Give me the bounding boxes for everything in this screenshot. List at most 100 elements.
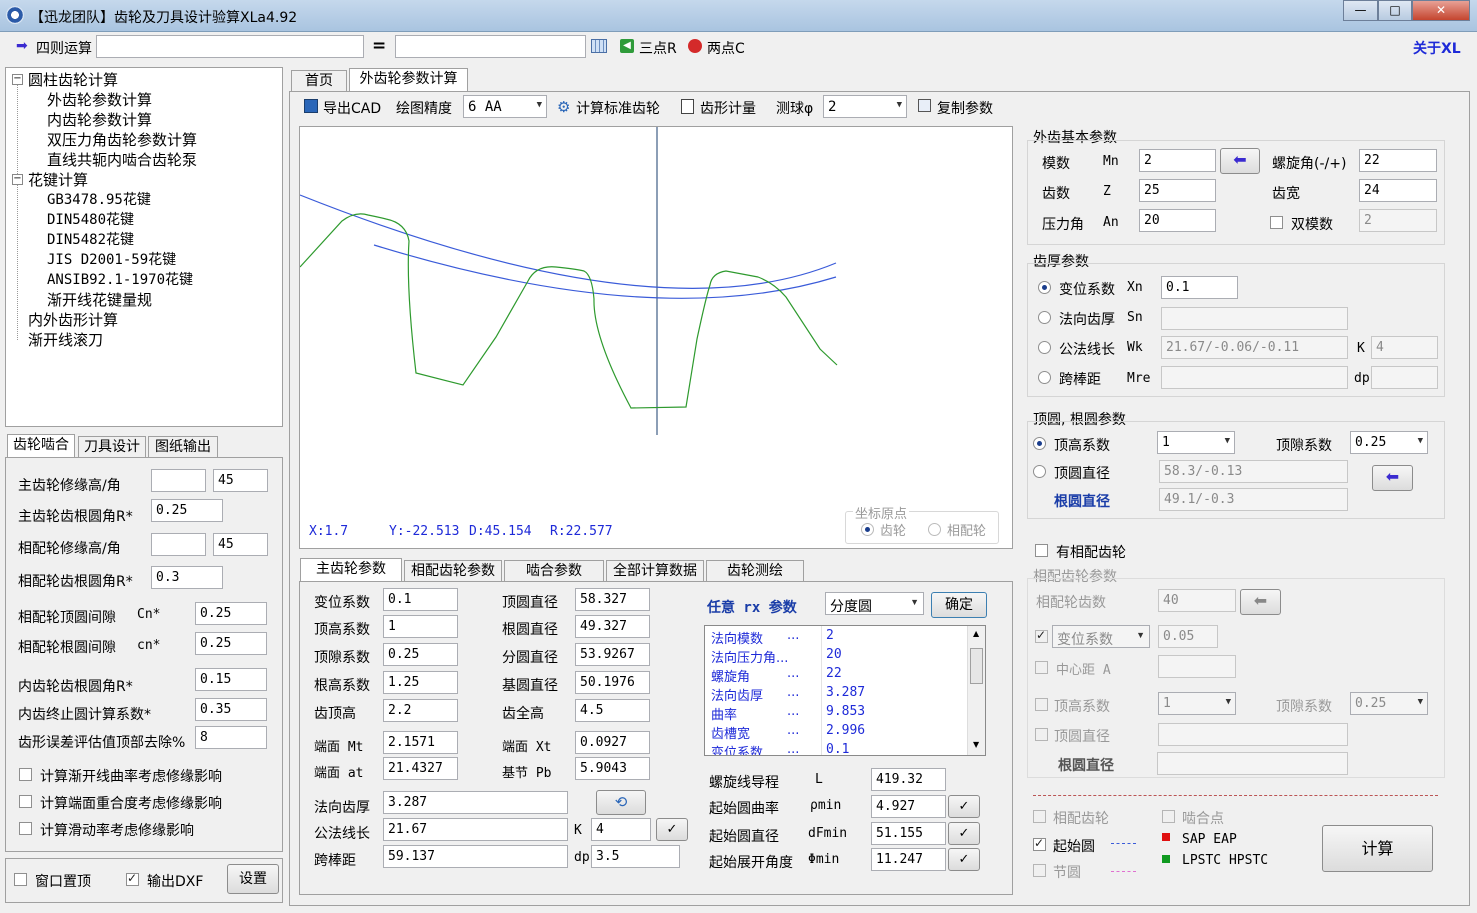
mate-da-checkbox[interactable]: [1035, 728, 1048, 741]
thick-mr-radio[interactable]: [1038, 371, 1051, 384]
mate-a-input[interactable]: [1158, 655, 1236, 678]
mate-z-input[interactable]: 40: [1158, 589, 1236, 612]
dual-module-input[interactable]: 2: [1359, 209, 1437, 232]
mate-root-input[interactable]: 0.3: [151, 566, 223, 589]
list-scrollbar[interactable]: ▲ ▼: [967, 626, 985, 755]
calc-standard-button[interactable]: 计算标准齿轮: [576, 98, 660, 118]
tip-da-input[interactable]: 58.3/-0.13: [1159, 460, 1348, 483]
b-input[interactable]: 24: [1359, 179, 1437, 202]
mate-df-input[interactable]: [1157, 752, 1348, 775]
profile-measure-button[interactable]: 齿形计量: [700, 98, 756, 118]
tree-expander-spline[interactable]: −: [12, 174, 23, 185]
tab-external-gear[interactable]: 外齿轮参数计算: [349, 68, 468, 92]
tree-item-spline[interactable]: 花键计算: [28, 169, 88, 190]
legend-start-checkbox[interactable]: [1033, 836, 1046, 851]
z-input[interactable]: 25: [1139, 179, 1216, 202]
legend-mesh-checkbox[interactable]: [1162, 810, 1175, 823]
tree-item-gb3478[interactable]: GB3478.95花键: [47, 189, 151, 209]
any-rx-list[interactable]: 法向模数 ... 2 法向压力角... 20 螺旋角 ... 22 法向齿厚 .…: [704, 625, 986, 756]
mn-apply-button[interactable]: ⬅: [1220, 148, 1260, 174]
thick-sn-radio[interactable]: [1038, 311, 1051, 324]
refresh-button[interactable]: ⟲: [596, 790, 646, 815]
k-apply-button[interactable]: ✓: [656, 818, 688, 841]
has-mate-checkbox[interactable]: [1035, 544, 1048, 557]
sliding-checkbox[interactable]: [19, 822, 32, 835]
tip-c-select[interactable]: 0.25: [1350, 431, 1428, 454]
thick-mr-input[interactable]: [1161, 366, 1348, 389]
calc-input[interactable]: [96, 35, 364, 58]
mate-xn-select[interactable]: 变位系数: [1052, 625, 1150, 648]
dual-module-checkbox[interactable]: [1270, 216, 1283, 229]
scroll-down-icon[interactable]: ▼: [973, 740, 979, 749]
mate-ha-select[interactable]: 1: [1158, 692, 1236, 715]
maximize-button[interactable]: □: [1378, 0, 1412, 21]
err-input[interactable]: 8: [195, 726, 267, 749]
mn-input[interactable]: 2: [1139, 149, 1216, 172]
tip-da-radio[interactable]: [1033, 465, 1046, 478]
legend-pitch-checkbox[interactable]: [1033, 864, 1046, 877]
calculate-button[interactable]: 计算: [1322, 825, 1433, 872]
dp-input[interactable]: 3.5: [591, 845, 680, 868]
tree-item-cylindrical[interactable]: 圆柱齿轮计算: [28, 69, 118, 90]
legend-mate-checkbox[interactable]: [1033, 810, 1046, 823]
main-mod-angle-input[interactable]: 45: [213, 469, 268, 492]
tip-da-apply-button[interactable]: ⬅: [1372, 465, 1413, 491]
mate-c-select[interactable]: 0.25: [1350, 692, 1428, 715]
tab-survey[interactable]: 齿轮测绘: [706, 560, 804, 582]
about-link[interactable]: 关于XL: [1413, 38, 1461, 58]
inner-stop-input[interactable]: 0.35: [195, 698, 267, 721]
thick-dp-input[interactable]: [1371, 366, 1438, 389]
three-point-button[interactable]: 三点R: [639, 38, 677, 58]
dfmin-apply-button[interactable]: ✓: [948, 822, 980, 845]
thick-wk-radio[interactable]: [1038, 341, 1051, 354]
thick-k-input[interactable]: 4: [1371, 336, 1438, 359]
tree-item-hob[interactable]: 渐开线滚刀: [28, 329, 103, 350]
tab-mate-params[interactable]: 相配齿轮参数: [404, 560, 502, 582]
any-rx-select[interactable]: 分度圆: [825, 592, 924, 615]
origin-gear-radio[interactable]: [861, 523, 874, 536]
tab-mesh-params[interactable]: 啮合参数: [504, 560, 604, 582]
tree-expander-cylindrical[interactable]: −: [12, 74, 23, 85]
minimize-button[interactable]: —: [1343, 0, 1378, 21]
contact-ratio-checkbox[interactable]: [19, 795, 32, 808]
tree-item-din5480[interactable]: DIN5480花键: [47, 209, 134, 229]
beta-input[interactable]: 22: [1359, 149, 1437, 172]
k-input[interactable]: 4: [591, 818, 651, 841]
tab-drawing-output[interactable]: 图纸输出: [148, 436, 218, 458]
tree-item-profile[interactable]: 内外齿形计算: [28, 309, 118, 330]
result-input[interactable]: [395, 35, 586, 58]
tab-main-params[interactable]: 主齿轮参数: [300, 558, 402, 582]
thick-sn-input[interactable]: [1161, 307, 1348, 330]
tree-item-din5482[interactable]: DIN5482花键: [47, 229, 134, 249]
mate-rootc-input[interactable]: 0.25: [195, 632, 267, 655]
tree-item-external[interactable]: 外齿轮参数计算: [47, 89, 152, 110]
export-cad-button[interactable]: 导出CAD: [323, 98, 381, 118]
mate-ha-checkbox[interactable]: [1035, 698, 1048, 711]
scroll-up-icon[interactable]: ▲: [973, 629, 979, 638]
mate-z-apply-button[interactable]: ⬅: [1240, 589, 1281, 615]
topmost-checkbox[interactable]: [14, 873, 27, 886]
inner-root-input[interactable]: 0.15: [195, 668, 267, 691]
tip-ha-radio[interactable]: [1033, 437, 1046, 450]
thick-xn-input[interactable]: 0.1: [1161, 276, 1238, 299]
ball-select[interactable]: 2: [823, 95, 907, 118]
mate-tip-input[interactable]: 0.25: [195, 602, 267, 625]
precision-select[interactable]: 6 AA: [463, 95, 547, 118]
tree-item-gauge[interactable]: 渐开线花键量规: [47, 289, 152, 310]
any-rx-ok-button[interactable]: 确定: [931, 592, 987, 618]
scroll-thumb[interactable]: [970, 648, 983, 684]
tip-df-input[interactable]: 49.1/-0.3: [1159, 488, 1348, 511]
settings-button[interactable]: 设置: [227, 864, 279, 894]
thick-xn-radio[interactable]: [1038, 281, 1051, 294]
mate-mod-height-input[interactable]: [151, 533, 206, 556]
tab-tool-design[interactable]: 刀具设计: [78, 436, 146, 458]
curvature-checkbox[interactable]: [19, 768, 32, 781]
mate-mod-angle-input[interactable]: 45: [213, 533, 268, 556]
mate-xn-checkbox[interactable]: [1035, 628, 1048, 643]
tree-item-ansi[interactable]: ANSIB92.1-1970花键: [47, 269, 193, 289]
an-input[interactable]: 20: [1139, 209, 1216, 232]
main-mod-height-input[interactable]: [151, 469, 206, 492]
mate-a-checkbox[interactable]: [1035, 661, 1048, 674]
tab-all-data[interactable]: 全部计算数据: [606, 560, 704, 582]
main-root-input[interactable]: 0.25: [151, 499, 223, 522]
